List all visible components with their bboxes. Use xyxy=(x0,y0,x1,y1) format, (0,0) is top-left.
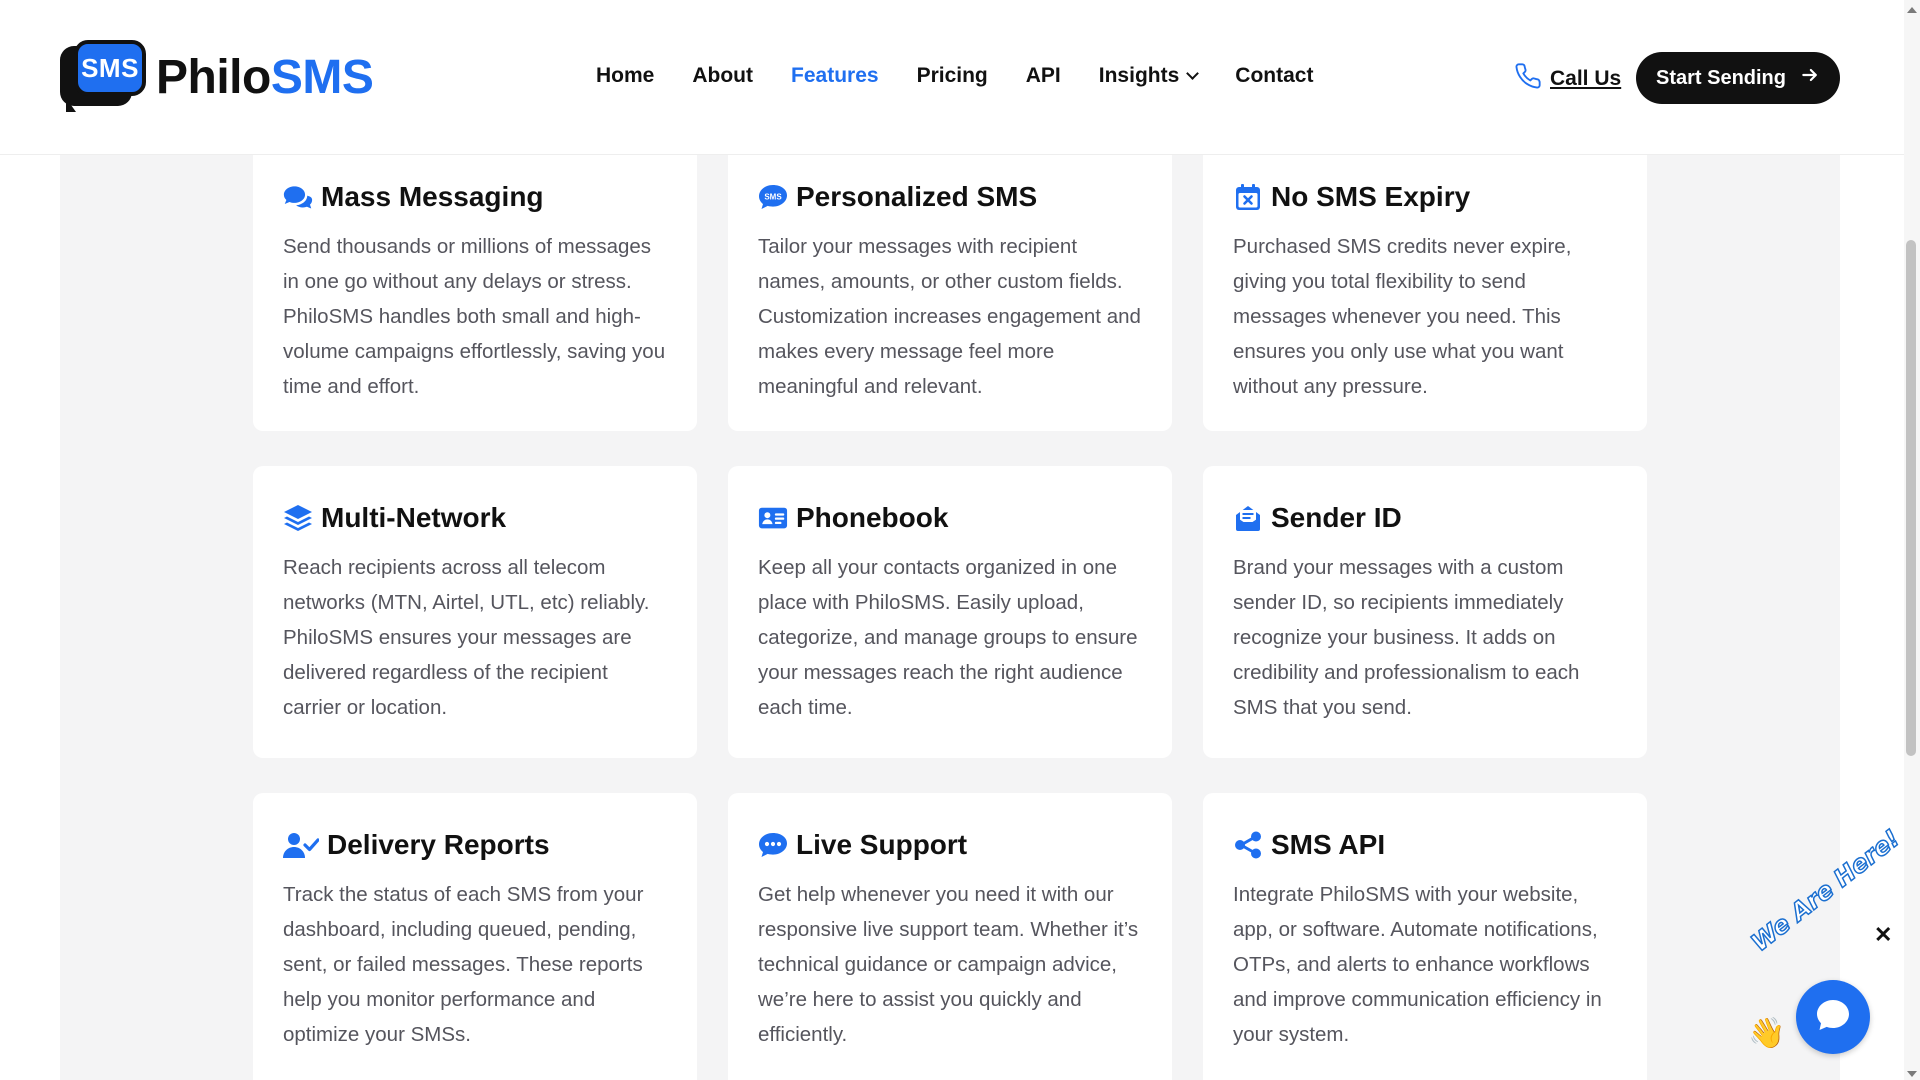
feature-title: Multi-Network xyxy=(321,502,507,533)
contact-card-icon xyxy=(758,503,788,533)
chat-dots-icon xyxy=(758,830,788,860)
feature-card-no-sms-expiry: No SMS Expiry Purchased SMS credits neve… xyxy=(1203,155,1647,431)
call-us-link[interactable]: Call Us xyxy=(1514,62,1621,96)
chat-bubble-icon xyxy=(1813,995,1853,1040)
share-nodes-icon xyxy=(1233,830,1263,860)
site-header: SMS PhiloSMS Home About Features Pricing… xyxy=(0,0,1904,155)
nav-insights[interactable]: Insights xyxy=(1098,64,1200,88)
nav-features[interactable]: Features xyxy=(791,64,879,88)
feature-card-delivery-reports: Delivery Reports Track the status of eac… xyxy=(253,793,697,1080)
feature-title: SMS API xyxy=(1271,829,1386,860)
feature-card-sender-id: Sender ID Brand your messages with a cus… xyxy=(1203,466,1647,758)
feature-title: Sender ID xyxy=(1271,502,1402,533)
feature-card-phonebook: Phonebook Keep all your contacts organiz… xyxy=(728,466,1172,758)
user-check-icon xyxy=(283,830,319,860)
nav-home[interactable]: Home xyxy=(596,64,654,88)
feature-description: Tailor your messages with recipient name… xyxy=(758,235,1141,398)
philosms-logo[interactable]: SMS PhiloSMS xyxy=(60,38,374,116)
call-us-label: Call Us xyxy=(1550,67,1622,90)
chevron-down-icon xyxy=(1186,67,1200,80)
start-sending-label: Start Sending xyxy=(1655,66,1786,89)
scrollbar-thumb[interactable] xyxy=(1906,240,1916,756)
envelope-open-icon xyxy=(1233,503,1263,533)
nav-api[interactable]: API xyxy=(1026,64,1061,88)
layers-icon xyxy=(283,503,313,533)
svg-text:SMS: SMS xyxy=(764,193,782,202)
logo-badge-icon: SMS xyxy=(60,38,148,116)
scroll-down-icon[interactable] xyxy=(1906,1066,1918,1078)
feature-title: Personalized SMS xyxy=(796,181,1038,212)
main-nav: Home About Features Pricing API Insights… xyxy=(596,64,1313,88)
feature-description: Keep all your contacts organized in one … xyxy=(758,556,1138,719)
feature-title: No SMS Expiry xyxy=(1271,181,1471,212)
nav-insights-label: Insights xyxy=(1098,64,1180,87)
feature-card-multi-network: Multi-Network Reach recipients across al… xyxy=(253,466,697,758)
feature-title: Mass Messaging xyxy=(321,181,544,212)
chat-launcher-button[interactable] xyxy=(1796,980,1870,1054)
feature-card-sms-api: SMS API Integrate PhiloSMS with your web… xyxy=(1203,793,1647,1080)
feature-card-personalized-sms: SMS Personalized SMS Tailor your message… xyxy=(728,155,1172,431)
feature-card-live-support: Live Support Get help whenever you need … xyxy=(728,793,1172,1080)
comments-icon xyxy=(283,182,313,212)
nav-pricing[interactable]: Pricing xyxy=(917,64,988,88)
arrow-right-icon xyxy=(1800,65,1820,91)
chat-close-button[interactable]: ✕ xyxy=(1874,922,1892,948)
feature-description: Get help whenever you need it with our r… xyxy=(758,883,1139,1046)
feature-title: Delivery Reports xyxy=(327,829,550,860)
scroll-up-icon[interactable] xyxy=(1906,2,1918,14)
feature-description: Integrate PhiloSMS with your website, ap… xyxy=(1233,883,1602,1046)
calendar-x-icon xyxy=(1233,182,1263,212)
nav-about[interactable]: About xyxy=(692,64,753,88)
phone-icon xyxy=(1514,62,1542,96)
sms-bubble-icon: SMS xyxy=(758,182,788,212)
start-sending-button[interactable]: Start Sending xyxy=(1636,52,1840,104)
waving-hand-icon: 👋 xyxy=(1748,1017,1786,1050)
feature-description: Reach recipients across all telecom netw… xyxy=(283,556,650,719)
logo-wordmark: PhiloSMS xyxy=(156,50,374,104)
feature-description: Purchased SMS credits never expire, givi… xyxy=(1233,235,1572,398)
nav-contact[interactable]: Contact xyxy=(1235,64,1313,88)
feature-title: Live Support xyxy=(796,829,968,860)
feature-title: Phonebook xyxy=(796,502,949,533)
feature-card-mass-messaging: Mass Messaging Send thousands or million… xyxy=(253,155,697,431)
feature-description: Send thousands or millions of messages i… xyxy=(283,235,666,398)
feature-description: Brand your messages with a custom sender… xyxy=(1233,556,1580,719)
feature-description: Track the status of each SMS from your d… xyxy=(283,883,644,1046)
